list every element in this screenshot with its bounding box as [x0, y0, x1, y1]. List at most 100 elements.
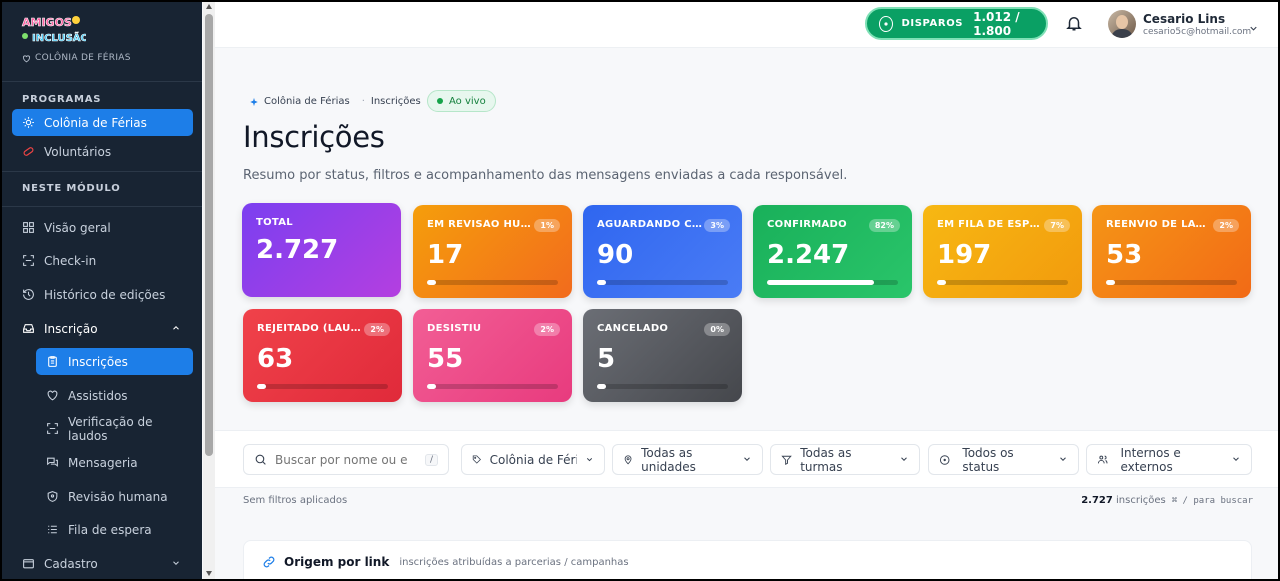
- scroll-down-arrow[interactable]: [206, 571, 212, 576]
- classes-filter-value: Todas as turmas: [800, 445, 852, 474]
- sidebar-item-verificacao-laudos[interactable]: Verificação de laudos: [36, 415, 193, 443]
- chevron-down-icon[interactable]: [1248, 19, 1259, 38]
- stat-card-label: CONFIRMADO: [767, 219, 847, 230]
- live-dot: [437, 98, 443, 104]
- stat-card-total[interactable]: TOTAL 2.727: [242, 203, 401, 297]
- divider: [2, 81, 202, 82]
- page-subtitle: Resumo por status, filtros e acompanhame…: [243, 168, 848, 183]
- scroll-thumb[interactable]: [205, 14, 213, 456]
- brand-subtitle: COLÔNIA DE FÉRIAS: [22, 53, 131, 63]
- sidebar-item-inscricao[interactable]: Inscrição: [12, 315, 193, 342]
- search-shortcut-key: /: [424, 453, 438, 466]
- page-title: Inscrições: [243, 120, 385, 154]
- stat-card-label: CANCELADO: [597, 323, 669, 334]
- scope-filter-value: Internos e externos: [1120, 445, 1181, 474]
- sidebar-scrollbar[interactable]: [203, 2, 215, 579]
- sidebar-item-revisao-humana[interactable]: Revisão humana: [36, 483, 193, 510]
- stat-card-cancelado[interactable]: CANCELADO 0% 5: [583, 309, 742, 402]
- sidebar-item-colonia-de-ferias[interactable]: Colônia de Férias: [12, 109, 193, 136]
- origin-title: Origem por link: [284, 555, 390, 569]
- section-title-programas: PROGRAMAS: [22, 94, 102, 105]
- scope-filter[interactable]: Internos e externos: [1086, 444, 1252, 475]
- grid-icon: [22, 221, 35, 234]
- stat-card-fila-de-espera[interactable]: EM FILA DE ESPERA 7% 197: [923, 205, 1082, 298]
- sidebar-item-cadastro[interactable]: Cadastro: [12, 550, 193, 577]
- link-icon: [263, 556, 275, 568]
- bell-icon[interactable]: [1065, 14, 1083, 36]
- sidebar-item-voluntarios[interactable]: Voluntários: [12, 138, 193, 165]
- stat-card-label: DESISTIU: [427, 323, 482, 334]
- sidebar-item-label: Colônia de Férias: [44, 115, 147, 130]
- breadcrumb-separator: ·: [361, 96, 365, 107]
- search-input[interactable]: [275, 452, 407, 467]
- avatar[interactable]: [1108, 10, 1136, 38]
- stat-card-value: 2.727: [256, 235, 339, 265]
- units-filter[interactable]: Todas as unidades: [612, 444, 763, 475]
- stat-card-percent: 0%: [704, 323, 730, 336]
- amigos-inclusao-logo[interactable]: AMIGOS INCLUSÃO: [20, 12, 86, 46]
- results-info: Sem filtros aplicados 2.727 inscrições ⌘…: [215, 489, 1278, 513]
- sidebar-item-inscricoes[interactable]: Inscrições: [36, 348, 193, 375]
- stat-card-progress-fill: [767, 280, 875, 285]
- users-icon: [1097, 455, 1108, 464]
- sidebar-item-visao-geral[interactable]: Visão geral: [12, 214, 193, 241]
- breadcrumb-program[interactable]: Colônia de Férias: [243, 96, 356, 107]
- results-count-value: 2.727: [1081, 495, 1113, 506]
- section-title-modulo: NESTE MÓDULO: [22, 183, 121, 194]
- disparos-label: DISPAROS: [901, 18, 964, 29]
- svg-text:INCLUSÃO: INCLUSÃO: [32, 31, 86, 44]
- stat-card-label: REENVIO DE LAUDO: [1106, 219, 1211, 230]
- history-icon: [22, 288, 35, 301]
- disparos-counter[interactable]: DISPAROS 1.012 / 1.800: [865, 7, 1048, 40]
- stat-card-em-revisao-humana[interactable]: EM REVISÃO HUMANA 1% 17: [413, 205, 572, 298]
- classes-filter[interactable]: Todas as turmas: [770, 444, 920, 475]
- results-count-label: inscrições: [1116, 495, 1166, 506]
- user-email: cesario5c@hotmail.com: [1143, 27, 1252, 37]
- search-icon: [255, 454, 266, 465]
- breadcrumb-page: Inscrições: [370, 96, 421, 107]
- sidebar-item-label: Revisão humana: [68, 489, 168, 504]
- sidebar-item-check-in[interactable]: Check-in: [12, 247, 193, 274]
- scroll-up-arrow[interactable]: [206, 4, 212, 9]
- origin-section: Origem por link inscrições atribuídas a …: [243, 540, 1252, 579]
- sidebar-item-fila-de-espera[interactable]: Fila de espera: [36, 516, 193, 543]
- stat-card-progress: [427, 384, 558, 389]
- stat-card-progress-fill: [257, 384, 267, 389]
- search-box[interactable]: /: [243, 444, 449, 475]
- divider: [2, 171, 202, 172]
- stat-card-progress-fill: [427, 280, 437, 285]
- shield-icon: [46, 490, 59, 503]
- sidebar-item-mensageria[interactable]: Mensageria: [36, 449, 193, 476]
- breadcrumb: Colônia de Férias · Inscrições: [243, 91, 421, 112]
- sidebar-item-historico[interactable]: Histórico de edições: [12, 281, 193, 308]
- chevron-down-icon: [1058, 453, 1068, 467]
- breadcrumb-program-label: Colônia de Férias: [264, 96, 350, 107]
- stat-card-progress-fill: [597, 280, 607, 285]
- stat-card-aguardando[interactable]: AGUARDANDO CONFIRMAÇÃO 3% 90: [583, 205, 742, 298]
- status-filter[interactable]: Todos os status: [928, 444, 1079, 475]
- sidebar-item-assistidos[interactable]: Assistidos: [36, 382, 193, 409]
- stat-card-value: 197: [937, 240, 992, 270]
- stat-card-label: REJEITADO (LAUDO): [257, 323, 362, 334]
- divider: [2, 206, 202, 207]
- stat-card-percent: 2%: [534, 323, 560, 336]
- sparkle-icon: [250, 97, 258, 106]
- program-filter[interactable]: Colônia de Férias ...: [461, 444, 605, 475]
- stat-card-desistiu[interactable]: DESISTIU 2% 55: [413, 309, 572, 402]
- stat-card-label: EM REVISÃO HUMANA: [427, 219, 532, 230]
- origin-subtitle: inscrições atribuídas a parcerias / camp…: [399, 556, 629, 568]
- stat-card-percent: 3%: [704, 219, 730, 232]
- stat-card-value: 2.247: [767, 240, 850, 270]
- sidebar-item-label: Inscrição: [44, 321, 98, 336]
- sidebar-item-label: Mensageria: [68, 455, 138, 470]
- sidebar-item-label: Assistidos: [68, 388, 128, 403]
- stat-card-confirmado[interactable]: CONFIRMADO 82% 2.247: [753, 205, 912, 298]
- status-filter-value: Todos os status: [962, 445, 1014, 474]
- stat-card-progress: [257, 384, 388, 389]
- user-name[interactable]: Cesario Lins: [1143, 12, 1225, 26]
- filter-icon: [781, 455, 792, 465]
- brand-subtitle-text: COLÔNIA DE FÉRIAS: [35, 53, 131, 63]
- app-window: AMIGOS INCLUSÃO COLÔNIA DE FÉRIAS PROGRA…: [2, 2, 1278, 579]
- stat-card-reenvio-de-laudo[interactable]: REENVIO DE LAUDO 2% 53: [1092, 205, 1251, 298]
- stat-card-rejeitado[interactable]: REJEITADO (LAUDO) 2% 63: [243, 309, 402, 402]
